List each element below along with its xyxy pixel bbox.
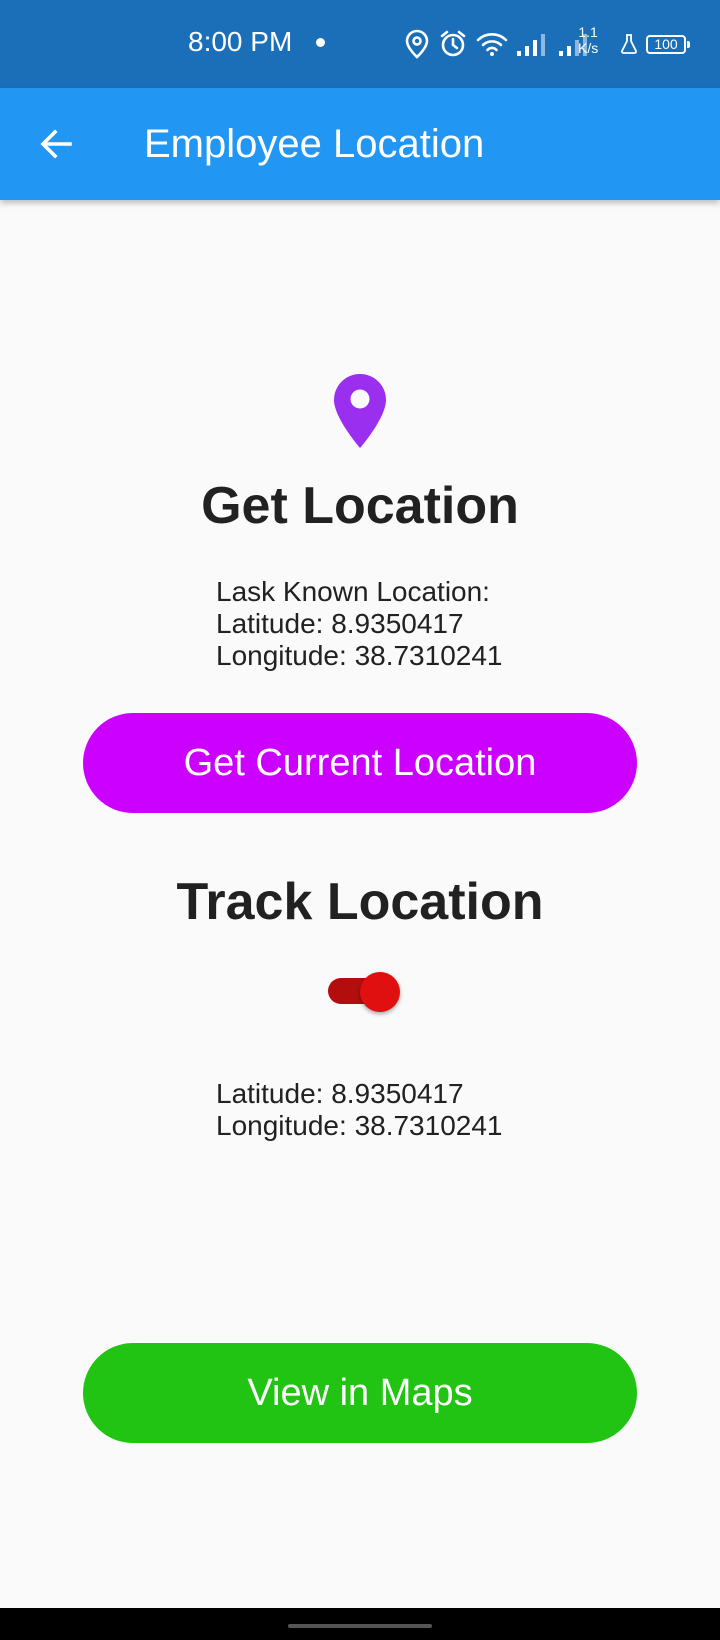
last-known-longitude: Longitude: 38.7310241 — [216, 640, 503, 671]
last-known-label: Lask Known Location: — [216, 576, 490, 607]
get-location-heading: Get Location — [201, 477, 519, 535]
navigation-bar — [0, 1608, 720, 1640]
tracked-latitude: Latitude: 8.9350417 — [216, 1078, 464, 1109]
network-speed-unit: K/s — [578, 40, 599, 56]
arrow-left-icon — [40, 129, 72, 159]
get-current-location-button[interactable]: Get Current Location — [83, 713, 637, 813]
signal-strength-icon — [517, 34, 545, 56]
flask-icon — [621, 34, 637, 54]
back-button[interactable] — [28, 116, 84, 172]
tracked-longitude: Longitude: 38.7310241 — [216, 1110, 503, 1141]
network-speed: 1.1 K/s — [578, 24, 598, 56]
last-known-location-info: Lask Known Location: Latitude: 8.9350417… — [216, 576, 503, 672]
home-gesture-handle[interactable] — [288, 1624, 432, 1628]
app-bar: Employee Location — [0, 88, 720, 200]
network-speed-value: 1.1 — [578, 24, 598, 40]
status-time: 8:00 PM — [188, 26, 293, 57]
status-bar: 8:00 PM 1.1 K/s 100 — [0, 0, 720, 88]
location-status-icon — [405, 29, 429, 59]
alarm-icon — [440, 30, 466, 57]
notification-dot-icon — [316, 38, 325, 47]
wifi-icon — [476, 33, 508, 56]
view-in-maps-button[interactable]: View in Maps — [83, 1343, 637, 1443]
toggle-thumb — [360, 972, 400, 1012]
page-title: Employee Location — [144, 122, 485, 166]
track-location-toggle[interactable] — [326, 970, 400, 1014]
tracked-location-info: Latitude: 8.9350417 Longitude: 38.731024… — [216, 1078, 503, 1142]
status-icons — [404, 26, 592, 62]
last-known-latitude: Latitude: 8.9350417 — [216, 608, 464, 639]
battery-icon: 100 — [646, 35, 690, 54]
location-pin-icon — [334, 374, 386, 448]
track-location-heading: Track Location — [176, 873, 544, 931]
